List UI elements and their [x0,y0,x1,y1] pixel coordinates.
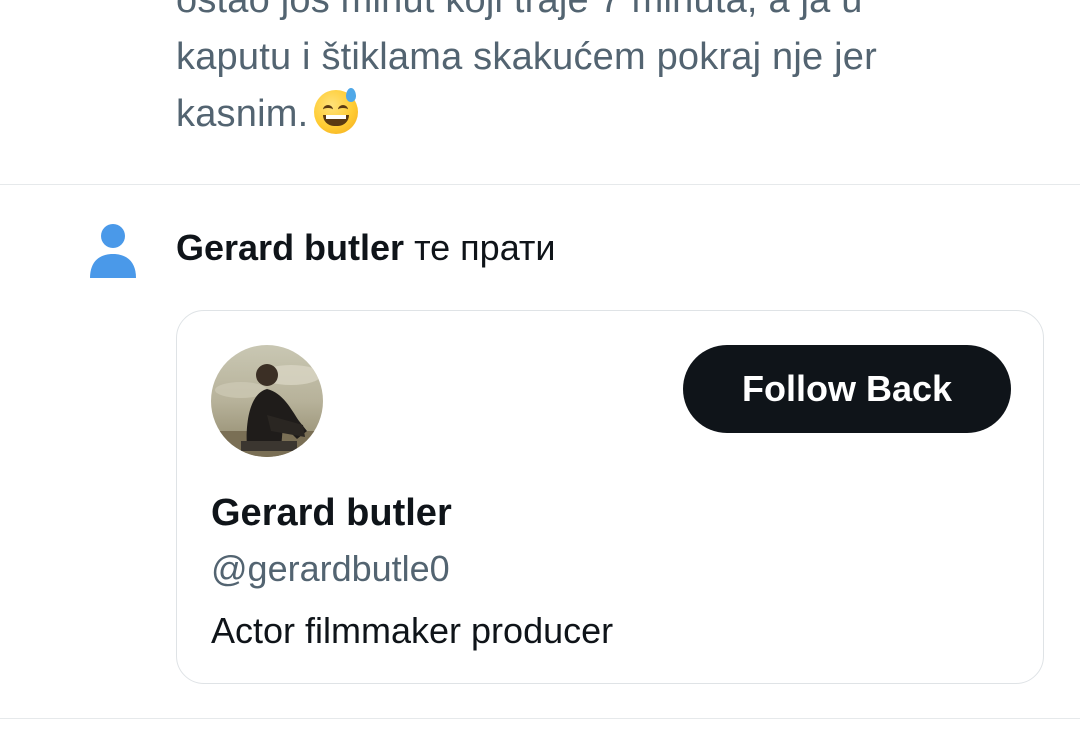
notification-action-text: те прати [404,227,556,268]
follow-back-button[interactable]: Follow Back [683,345,1011,433]
previous-tweet[interactable]: ostao još minut koji traje 7 minuta, a j… [0,0,1080,185]
notification-title: Gerard butler те прати [176,226,556,270]
notification-actor-name[interactable]: Gerard butler [176,227,404,268]
user-handle[interactable]: @gerardbutle0 [211,547,450,591]
user-card[interactable]: Follow Back Gerard butler @gerardbutle0 … [176,310,1044,684]
previous-tweet-line-3: kasnim. [176,93,309,135]
grinning-face-with-sweat-icon [314,88,359,134]
user-bio: Actor filmmaker producer [211,610,614,651]
avatar[interactable] [211,345,323,457]
user-display-name[interactable]: Gerard butler [211,491,452,535]
previous-tweet-line-2: kaputu i štiklama skakućem pokraj nje je… [176,36,877,78]
person-icon [90,224,136,278]
previous-tweet-line-1: ostao još minut koji traje 7 minuta, a j… [176,0,863,21]
previous-tweet-text: ostao još minut koji traje 7 minuta, a j… [176,0,1036,143]
notifications-page: ostao još minut koji traje 7 minuta, a j… [0,0,1080,749]
avatar-photo [211,345,323,457]
